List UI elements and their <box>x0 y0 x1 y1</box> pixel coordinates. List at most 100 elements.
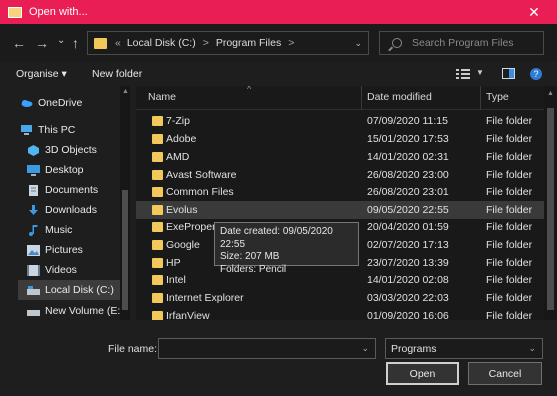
file-type-select[interactable]: Programs ⌄ <box>385 338 543 359</box>
organise-menu[interactable]: Organise ▾ <box>16 68 67 80</box>
tooltip-date-created: Date created: 09/05/2020 22:55 <box>220 226 333 250</box>
breadcrumb-separator[interactable]: > <box>203 37 209 49</box>
breadcrumb-program-files[interactable]: Program Files <box>216 37 281 49</box>
tooltip-folders: Folders: Pencil <box>220 263 287 275</box>
folder-icon <box>152 293 163 303</box>
address-dropdown-icon[interactable]: ⌄ <box>354 38 362 49</box>
search-input[interactable]: Search Program Files <box>412 37 514 49</box>
forward-button[interactable]: → <box>35 36 49 50</box>
table-row-hovered[interactable]: Evolus 09/05/2020 22:55 File folder <box>136 201 544 219</box>
folder-icon <box>152 205 163 215</box>
folder-icon <box>152 116 163 126</box>
close-button[interactable]: ✕ <box>511 0 557 24</box>
sidebar-item-label: Desktop <box>45 164 84 176</box>
sidebar-item-label: Local Disk (C:) <box>45 284 114 296</box>
folder-icon <box>152 258 163 268</box>
table-row[interactable]: Adobe 15/01/2020 17:53 File folder <box>136 130 544 148</box>
app-icon <box>8 6 22 18</box>
video-icon <box>27 264 40 276</box>
sidebar-item-label: Videos <box>45 264 77 276</box>
sidebar-item-label: 3D Objects <box>45 144 97 156</box>
scroll-up-icon[interactable]: ▲ <box>122 88 129 95</box>
address-bar[interactable]: « Local Disk (C:) > Program Files > ⌄ <box>87 31 369 55</box>
sidebar-item-label: OneDrive <box>38 97 83 109</box>
tooltip-size: Size: 207 MB <box>220 251 280 262</box>
file-list-scrollbar[interactable]: ▲ <box>544 86 557 320</box>
search-icon <box>392 38 402 48</box>
column-header-type[interactable]: Type <box>486 91 509 103</box>
music-icon <box>27 224 40 236</box>
document-icon <box>27 184 40 196</box>
file-list-scrollbar-thumb[interactable] <box>547 108 554 310</box>
help-icon[interactable]: ? <box>530 68 542 80</box>
breadcrumb-separator[interactable]: > <box>288 37 294 49</box>
open-button[interactable]: Open <box>386 362 459 385</box>
command-bar: Organise ▾ New folder ▼ ? <box>0 62 557 86</box>
table-row[interactable]: Internet Explorer 03/03/2020 22:03 File … <box>136 289 544 307</box>
folder-info-tooltip: Date created: 09/05/2020 22:55 Size: 207… <box>214 222 359 275</box>
file-type-value: Programs <box>391 343 437 355</box>
folder-icon <box>152 311 163 320</box>
column-header-name[interactable]: Name <box>148 91 176 103</box>
sidebar-scrollbar-thumb[interactable] <box>122 190 128 310</box>
column-divider[interactable] <box>361 86 362 110</box>
drive-icon <box>27 306 40 317</box>
folder-icon <box>152 134 163 144</box>
sidebar-scrollbar[interactable]: ▲ <box>120 86 130 320</box>
window-title: Open with... <box>29 6 88 18</box>
sidebar-item-music[interactable]: Music <box>27 220 72 240</box>
table-row[interactable]: Common Files 26/08/2020 23:01 File folde… <box>136 183 544 201</box>
breadcrumb-local-disk[interactable]: Local Disk (C:) <box>127 37 196 49</box>
sidebar-item-new-volume[interactable]: New Volume (E:) <box>27 301 124 321</box>
column-header-date[interactable]: Date modified <box>367 91 432 103</box>
sidebar-item-documents[interactable]: Documents <box>27 180 98 200</box>
new-folder-button[interactable]: New folder <box>92 68 142 80</box>
up-button[interactable]: ↑ <box>72 36 79 50</box>
search-box[interactable]: Search Program Files <box>379 31 544 55</box>
view-options-icon[interactable] <box>456 69 470 79</box>
table-row[interactable]: IrfanView 01/09/2020 16:06 File folder <box>136 307 544 320</box>
pc-icon <box>20 124 33 136</box>
chevron-down-icon[interactable]: ⌄ <box>361 343 369 354</box>
back-button[interactable]: ← <box>12 36 26 50</box>
chevron-down-icon[interactable]: ⌄ <box>528 343 536 354</box>
folder-icon <box>152 275 163 285</box>
preview-pane-icon[interactable] <box>502 68 515 79</box>
file-name-field[interactable]: ⌄ <box>158 338 376 359</box>
sidebar-item-label: Downloads <box>45 204 97 216</box>
view-dropdown-icon[interactable]: ▼ <box>476 68 484 77</box>
download-icon <box>27 204 40 216</box>
column-divider[interactable] <box>480 86 481 110</box>
sidebar-item-desktop[interactable]: Desktop <box>27 160 84 180</box>
dialog-footer: File name: ⌄ Programs ⌄ Open Cancel <box>0 326 557 396</box>
sidebar-item-label: New Volume (E:) <box>45 305 124 317</box>
cancel-button[interactable]: Cancel <box>468 362 542 385</box>
picture-icon <box>27 244 40 256</box>
table-row[interactable]: Avast Software 26/08/2020 23:00 File fol… <box>136 166 544 184</box>
root-chevron[interactable]: « <box>115 37 121 49</box>
folder-icon <box>94 37 107 49</box>
recent-locations-button[interactable]: ⌄ <box>57 34 65 48</box>
folder-icon <box>152 170 163 180</box>
folder-icon <box>152 240 163 250</box>
table-row[interactable]: AMD 14/01/2020 02:31 File folder <box>136 148 544 166</box>
sidebar-item-3d-objects[interactable]: 3D Objects <box>27 140 97 160</box>
column-header-row: ^ Name Date modified Type <box>136 86 544 110</box>
sidebar-item-pictures[interactable]: Pictures <box>27 240 83 260</box>
scroll-up-icon[interactable]: ▲ <box>547 90 554 97</box>
sidebar-item-downloads[interactable]: Downloads <box>27 200 97 220</box>
sidebar-item-label: Pictures <box>45 244 83 256</box>
cloud-icon <box>20 98 33 109</box>
sidebar-item-videos[interactable]: Videos <box>27 260 77 280</box>
cube-icon <box>27 144 40 156</box>
table-row[interactable]: 7-Zip 07/09/2020 11:15 File folder <box>136 112 544 130</box>
sidebar-item-local-disk[interactable]: Local Disk (C:) <box>18 280 120 300</box>
folder-icon <box>152 222 163 232</box>
file-name-label: File name: <box>108 343 158 355</box>
sidebar-item-onedrive[interactable]: OneDrive <box>20 93 82 113</box>
sidebar-item-label: This PC <box>38 124 76 136</box>
title-bar: Open with... ✕ <box>0 0 557 24</box>
folder-icon <box>152 187 163 197</box>
sidebar-item-label: Documents <box>45 184 99 196</box>
sidebar-item-this-pc[interactable]: This PC <box>20 120 75 140</box>
